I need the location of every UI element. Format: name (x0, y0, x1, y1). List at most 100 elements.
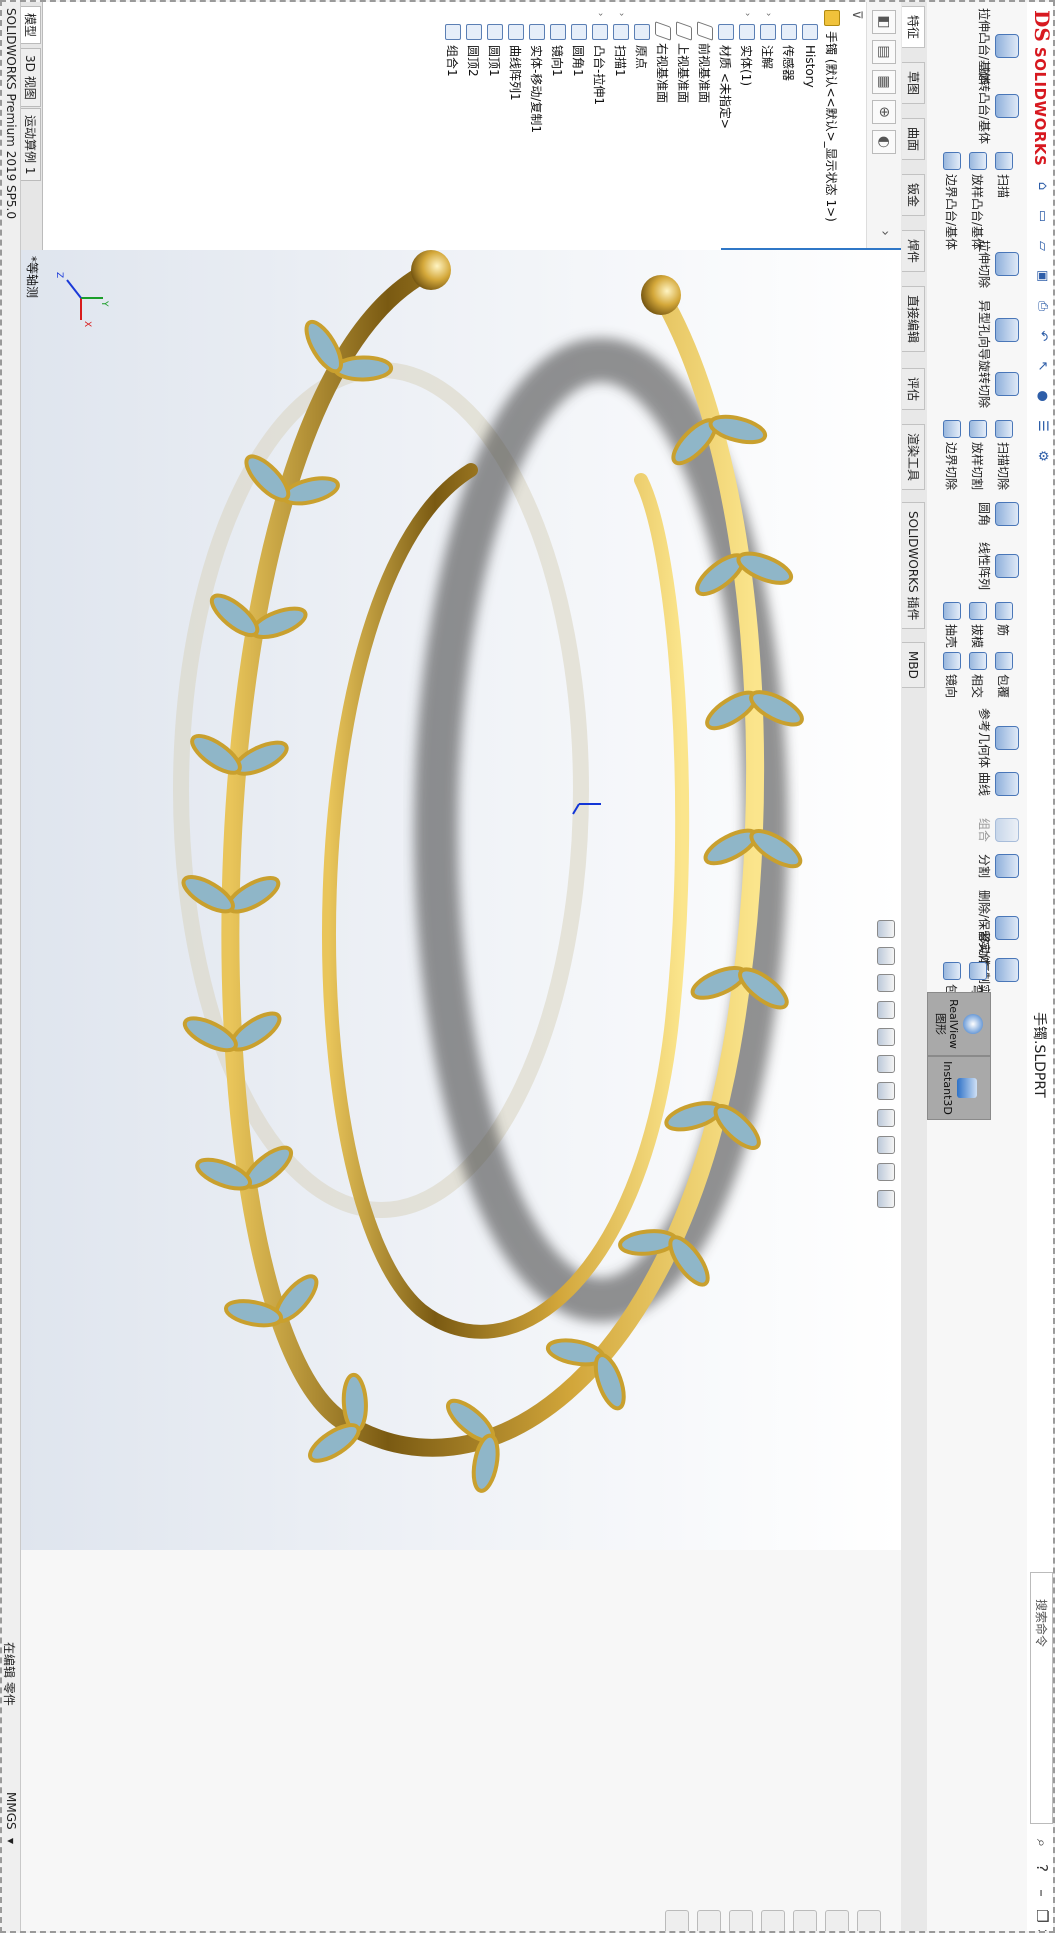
tab-features[interactable]: 特征 (902, 6, 925, 49)
close-button[interactable]: ✕ (1031, 1928, 1053, 1931)
edit-appearance-icon[interactable] (877, 1136, 895, 1154)
combine-button[interactable]: 组合 (976, 818, 1019, 842)
save-icon[interactable]: ▣ (1033, 267, 1051, 285)
home-icon[interactable]: ⌂ (1033, 177, 1051, 195)
zoom-to-fit-icon[interactable] (877, 920, 895, 938)
loft-button[interactable]: 放样凸台/基体 (969, 152, 987, 250)
tree-item[interactable]: 镜向1 (549, 10, 567, 77)
graphics-area[interactable]: X Y Z *等轴测 (21, 250, 901, 1550)
forum-icon[interactable] (665, 1910, 689, 1931)
wrap-button[interactable]: 包覆 (995, 652, 1013, 698)
expand-arrow-icon[interactable]: › (616, 10, 626, 19)
tab-motion-study[interactable]: 运动算例 1 (19, 108, 41, 182)
tree-item[interactable]: 组合1 (444, 10, 462, 77)
previous-view-icon[interactable] (877, 974, 895, 992)
tree-item[interactable]: 圆顶2 (465, 10, 483, 77)
tree-item[interactable]: › 扫描1 (612, 10, 630, 77)
shell-button[interactable]: 抽壳 (943, 602, 961, 648)
split-button[interactable]: 分割 (976, 854, 1019, 878)
tree-item[interactable]: 上视基准面 (675, 10, 693, 103)
minimize-button[interactable]: – (1031, 1882, 1053, 1904)
print-icon[interactable]: ⎙ (1033, 297, 1051, 315)
tree-item[interactable]: 实体-移动/复制1 (528, 10, 546, 133)
view-palette-icon[interactable] (761, 1910, 785, 1931)
appearances-scenes-icon[interactable] (729, 1910, 753, 1931)
revolve-boss-button[interactable]: 旋转凸台/基体 (976, 68, 1019, 144)
view-settings-icon[interactable] (877, 1190, 895, 1208)
tree-item[interactable]: 前视基准面 (696, 10, 714, 103)
tree-item[interactable]: 原点 (633, 10, 651, 69)
extrude-cut-button[interactable]: 拉伸切除 (976, 240, 1019, 288)
fillet-button[interactable]: 圆角 (976, 502, 1019, 526)
intersect-button[interactable]: 相交 (969, 652, 987, 698)
realview-graphics-button[interactable]: RealView 图形 (927, 992, 991, 1056)
undo-icon[interactable]: ↶ (1033, 327, 1051, 345)
file-explorer-icon[interactable] (793, 1910, 817, 1931)
curves-button[interactable]: 曲线 (976, 772, 1019, 796)
revolve-cut-button[interactable]: 旋转切除 (976, 360, 1019, 408)
zoom-to-area-icon[interactable] (877, 947, 895, 965)
tab-3d-views[interactable]: 3D 视图 (19, 48, 41, 107)
tree-item[interactable]: 圆顶1 (486, 10, 504, 77)
tab-model[interactable]: 模型 (19, 6, 41, 45)
tab-direct-editing[interactable]: 直接编辑 (902, 286, 925, 353)
expand-panel-icon[interactable]: › (874, 222, 896, 244)
reference-geometry-button[interactable]: 参考几何体 (976, 708, 1019, 768)
tab-mbd[interactable]: MBD (902, 642, 925, 688)
rebuild-icon[interactable]: ● (1033, 387, 1051, 405)
lofted-cut-button[interactable]: 放样切割 (969, 420, 987, 490)
tree-item[interactable]: 圆角1 (570, 10, 588, 77)
custom-properties-icon[interactable] (697, 1910, 721, 1931)
tree-item[interactable]: › 注解 (759, 10, 777, 69)
filter-icon[interactable]: ⊽ (849, 10, 864, 20)
apply-scene-icon[interactable] (877, 1163, 895, 1181)
mirror-button[interactable]: 镜向 (943, 652, 961, 698)
search-icon[interactable]: ⌕ (1031, 1832, 1053, 1854)
file-properties-icon[interactable]: ☰ (1033, 417, 1051, 435)
feature-manager-tab-icon[interactable]: ◧ (872, 10, 896, 34)
boundary-cut-button[interactable]: 边界切除 (943, 420, 961, 490)
hide-show-items-icon[interactable] (877, 1109, 895, 1127)
tab-weldments[interactable]: 焊件 (902, 230, 925, 273)
tree-item[interactable]: 右视基准面 (654, 10, 672, 103)
tree-item[interactable]: › 实体(1) (738, 10, 756, 86)
solidworks-resources-icon[interactable] (857, 1910, 881, 1931)
sweep-button[interactable]: 扫描 (995, 152, 1013, 198)
open-folder-icon[interactable]: ▱ (1033, 237, 1051, 255)
select-arrow-icon[interactable]: ↖ (1033, 357, 1051, 375)
tab-evaluate[interactable]: 评估 (902, 368, 925, 411)
tree-item[interactable]: 材质 <未指定> (717, 10, 735, 129)
rib-button[interactable]: 筋 (995, 602, 1013, 636)
draft-button[interactable]: 拔模 (969, 602, 987, 648)
tab-solidworks-addins[interactable]: SOLIDWORKS 插件 (902, 502, 925, 630)
configuration-manager-tab-icon[interactable]: ▦ (872, 70, 896, 94)
tree-root[interactable]: 手镯 (默认<<默认>_显示状态 1>) (823, 10, 841, 222)
tab-render-tools[interactable]: 渲染工具 (902, 424, 925, 491)
expand-arrow-icon[interactable]: › (595, 10, 605, 19)
tree-item[interactable]: History (801, 10, 819, 88)
search-commands-input[interactable]: 搜索命令 (1030, 1572, 1053, 1824)
property-manager-tab-icon[interactable]: ▤ (872, 40, 896, 64)
tree-item[interactable]: 传感器 (780, 10, 798, 81)
tree-item[interactable]: › 凸台-拉伸1 (591, 10, 609, 105)
hole-wizard-button[interactable]: 异型孔向导 (976, 300, 1019, 360)
help-icon[interactable]: ? (1031, 1857, 1053, 1879)
dynamic-annotation-icon[interactable] (877, 1028, 895, 1046)
tab-sheet-metal[interactable]: 钣金 (902, 174, 925, 217)
restore-button[interactable]: ❐ (1031, 1905, 1053, 1927)
options-gear-icon[interactable]: ⚙ (1033, 447, 1051, 465)
new-document-icon[interactable]: ▭ (1033, 207, 1051, 225)
tab-sketch[interactable]: 草图 (902, 62, 925, 105)
swept-cut-button[interactable]: 扫描切除 (995, 420, 1013, 490)
units-dropdown-icon[interactable]: ▾ (4, 1838, 18, 1844)
boundary-boss-button[interactable]: 边界凸台/基体 (943, 152, 961, 250)
instant3d-button[interactable]: Instant3D (927, 1056, 991, 1120)
linear-pattern-button[interactable]: 线性阵列 (976, 542, 1019, 590)
expand-arrow-icon[interactable]: › (763, 10, 773, 19)
units-selector[interactable]: MMGS (4, 1792, 18, 1830)
dimxpert-tab-icon[interactable]: ⊕ (872, 100, 896, 124)
view-orientation-icon[interactable] (877, 1055, 895, 1073)
section-view-icon[interactable] (877, 1001, 895, 1019)
design-library-icon[interactable] (825, 1910, 849, 1931)
expand-arrow-icon[interactable]: › (742, 10, 752, 19)
